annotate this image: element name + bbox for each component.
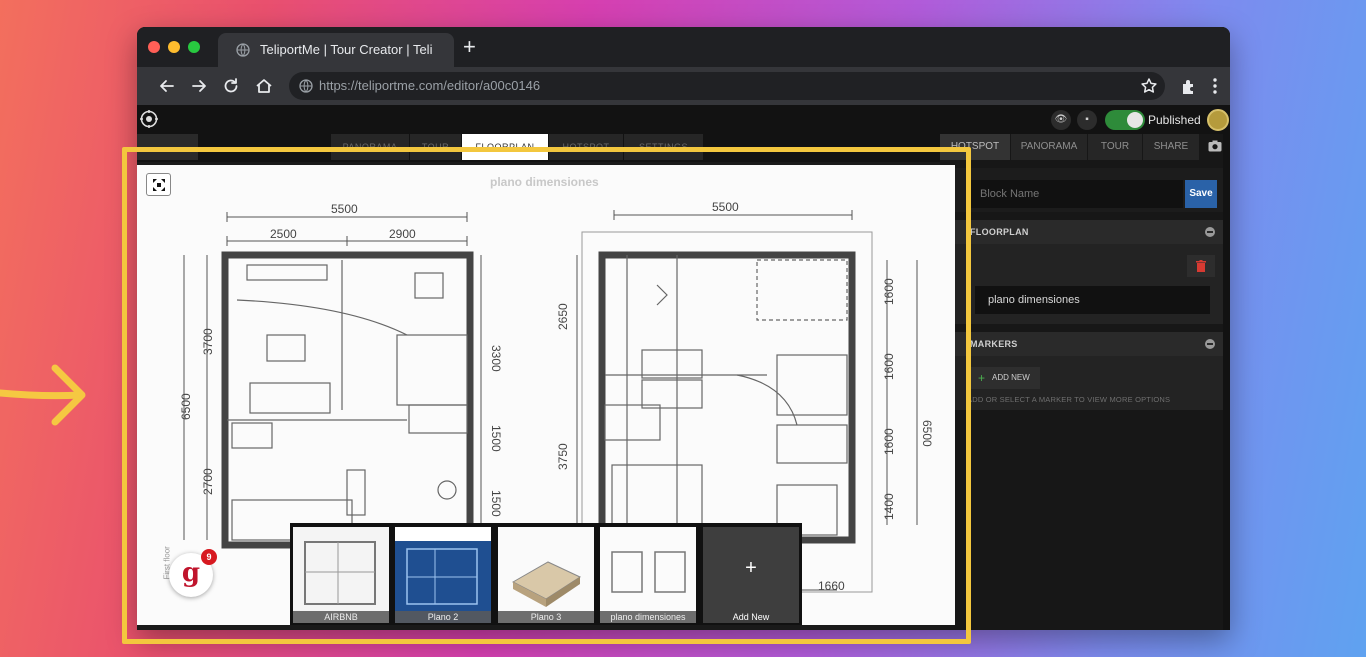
add-new-marker-label: ADD NEW [992, 373, 1030, 382]
tab-title: TeliportMe | Tour Creator | Teli [260, 42, 433, 57]
menu-dots-icon[interactable] [1205, 76, 1225, 96]
url-text: https://teliportme.com/editor/a00c0146 [319, 78, 541, 93]
markers-header[interactable]: MARKERS [950, 332, 1223, 356]
reload-icon[interactable] [221, 76, 241, 96]
trash-icon [1196, 260, 1206, 272]
forward-icon[interactable] [189, 76, 209, 96]
delete-floorplan-button[interactable] [1187, 255, 1215, 277]
published-toggle[interactable] [1105, 110, 1145, 130]
save-disk-icon[interactable]: ▪ [1077, 110, 1097, 130]
minimize-window-button[interactable] [168, 41, 180, 53]
url-field[interactable]: https://teliportme.com/editor/a00c0146 [289, 72, 1165, 100]
close-window-button[interactable] [148, 41, 160, 53]
back-icon[interactable] [157, 76, 177, 96]
plus-icon: + [978, 371, 986, 385]
address-bar: https://teliportme.com/editor/a00c0146 [137, 67, 1230, 105]
markers-header-label: MARKERS [970, 339, 1018, 349]
teliportme-logo-icon[interactable] [140, 110, 158, 128]
extensions-puzzle-icon[interactable] [1179, 76, 1199, 96]
floorplan-header-label: FLOORPLAN [970, 227, 1029, 237]
save-button[interactable]: Save [1185, 180, 1217, 208]
globe-icon [236, 43, 250, 57]
collapse-floorplan-icon[interactable] [1205, 227, 1215, 237]
panel-tab-share[interactable]: SHARE [1143, 134, 1199, 160]
panel-tabs: HOTSPOT PANORAMA TOUR SHARE [940, 134, 1203, 160]
user-avatar[interactable] [1207, 109, 1229, 131]
add-new-marker-button[interactable]: + ADD NEW [970, 367, 1040, 389]
pointer-arrow-icon [0, 364, 86, 426]
new-tab-button[interactable]: + [463, 35, 476, 59]
site-info-icon[interactable] [299, 79, 313, 93]
maximize-window-button[interactable] [188, 41, 200, 53]
published-label: Published [1148, 113, 1201, 127]
block-name-input[interactable] [970, 180, 1183, 208]
camera-icon[interactable] [1208, 140, 1222, 152]
bookmark-star-icon[interactable] [1139, 76, 1159, 96]
collapse-markers-icon[interactable] [1205, 339, 1215, 349]
highlight-frame [122, 147, 971, 644]
home-icon[interactable] [254, 76, 274, 96]
panel-tab-panorama[interactable]: PANORAMA [1011, 134, 1087, 160]
markers-hint: ADD OR SELECT A MARKER TO VIEW MORE OPTI… [967, 395, 1171, 404]
preview-eye-icon[interactable]: 👁 [1051, 110, 1071, 130]
tab-bar: TeliportMe | Tour Creator | Teli + [137, 27, 1230, 67]
floorplan-header[interactable]: FLOORPLAN [950, 220, 1223, 244]
panel-tab-tour[interactable]: TOUR [1088, 134, 1142, 160]
floorplan-name-field[interactable]: plano dimensiones [975, 286, 1210, 314]
browser-tab[interactable]: TeliportMe | Tour Creator | Teli [218, 33, 454, 67]
